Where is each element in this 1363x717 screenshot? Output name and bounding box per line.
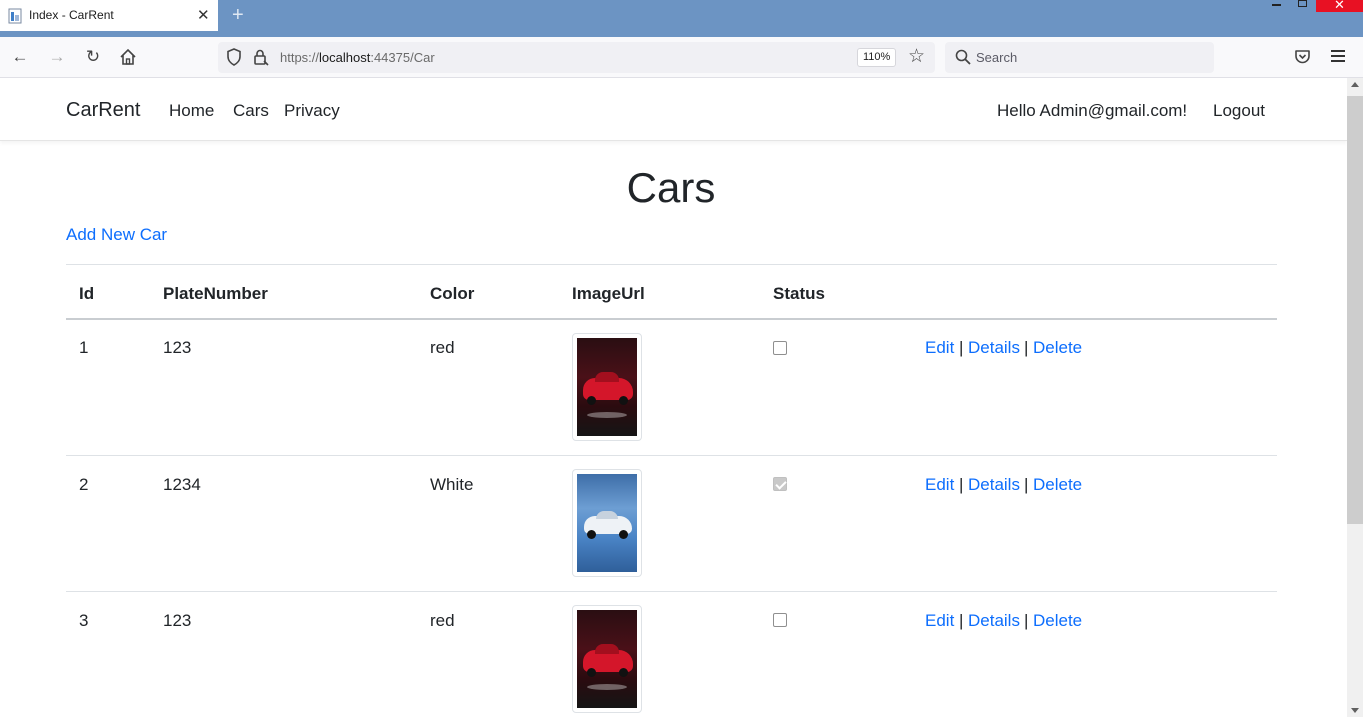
table-top-border bbox=[66, 264, 1277, 265]
shield-icon[interactable] bbox=[226, 48, 242, 66]
page-title: Cars bbox=[626, 164, 716, 211]
column-header-platenumber: PlateNumber bbox=[163, 284, 268, 303]
new-tab-icon[interactable]: + bbox=[232, 4, 244, 27]
nav-home[interactable]: Home bbox=[169, 101, 214, 121]
separator: | bbox=[959, 611, 964, 630]
home-icon[interactable] bbox=[119, 48, 137, 66]
delete-link[interactable]: Delete bbox=[1033, 475, 1082, 495]
cell-plate-number: 123 bbox=[163, 338, 192, 357]
column-header-status: Status bbox=[773, 284, 825, 303]
close-tab-icon[interactable]: ✕ bbox=[197, 6, 210, 24]
edit-link[interactable]: Edit bbox=[925, 475, 954, 495]
url-bar[interactable]: https://localhost:44375/Car 110% ☆ bbox=[218, 42, 935, 73]
page-icon bbox=[8, 8, 22, 24]
table-header-border bbox=[66, 318, 1277, 320]
car-image-thumbnail bbox=[572, 605, 642, 713]
cell-id: 3 bbox=[79, 611, 89, 630]
reload-icon[interactable]: ↻ bbox=[82, 46, 104, 68]
cell-id: 2 bbox=[79, 475, 89, 494]
window-close-icon[interactable]: ✕ bbox=[1316, 0, 1363, 12]
browser-toolbar: ← → ↻ https://localhost:44375/Car 110% ☆… bbox=[0, 37, 1363, 78]
url-scheme: https:// bbox=[280, 50, 320, 65]
status-checkbox bbox=[773, 613, 787, 627]
cell-color: White bbox=[430, 475, 474, 494]
delete-link[interactable]: Delete bbox=[1033, 338, 1082, 358]
browser-search-bar[interactable]: Search bbox=[945, 42, 1214, 73]
cell-color: red bbox=[430, 611, 455, 630]
search-placeholder: Search bbox=[976, 50, 1018, 65]
nav-privacy[interactable]: Privacy bbox=[284, 101, 340, 121]
status-checkbox-checked bbox=[773, 477, 787, 491]
search-icon bbox=[955, 49, 971, 65]
row-divider bbox=[66, 455, 1277, 456]
restore-icon[interactable] bbox=[1295, 0, 1307, 9]
cell-id: 1 bbox=[79, 338, 89, 357]
tab-title: Index - CarRent bbox=[29, 8, 114, 22]
scrollbar-thumb[interactable] bbox=[1347, 96, 1363, 524]
red-car-image bbox=[577, 338, 637, 436]
browser-titlebar: Index - CarRent ✕ + ✕ bbox=[0, 0, 1363, 37]
scroll-up-arrow-icon[interactable] bbox=[1351, 82, 1359, 87]
row-divider bbox=[66, 591, 1277, 592]
separator: | bbox=[959, 338, 964, 357]
column-header-imageurl: ImageUrl bbox=[572, 284, 645, 303]
details-link[interactable]: Details bbox=[968, 611, 1020, 631]
details-link[interactable]: Details bbox=[968, 475, 1020, 495]
pocket-icon[interactable] bbox=[1294, 48, 1311, 65]
url-text[interactable]: https://localhost:44375/Car bbox=[280, 50, 435, 65]
cell-color: red bbox=[430, 338, 455, 357]
bookmark-star-icon[interactable]: ☆ bbox=[908, 45, 925, 68]
separator: | bbox=[959, 475, 964, 494]
red-car-image bbox=[577, 610, 637, 708]
separator: | bbox=[1024, 338, 1029, 357]
car-image-thumbnail bbox=[572, 469, 642, 577]
white-car-image bbox=[577, 474, 637, 572]
column-header-id: Id bbox=[79, 284, 95, 303]
url-host: localhost bbox=[319, 50, 371, 65]
nav-cars[interactable]: Cars bbox=[233, 101, 269, 121]
user-greeting[interactable]: Hello Admin@gmail.com! bbox=[997, 101, 1187, 121]
web-page: CarRent Home Cars Privacy Hello Admin@gm… bbox=[0, 78, 1347, 717]
column-header-color: Color bbox=[430, 284, 475, 303]
car-image-thumbnail bbox=[572, 333, 642, 441]
logout-button[interactable]: Logout bbox=[1213, 101, 1265, 121]
status-checkbox bbox=[773, 341, 787, 355]
add-new-car-link[interactable]: Add New Car bbox=[66, 225, 167, 245]
edit-link[interactable]: Edit bbox=[925, 611, 954, 631]
details-link[interactable]: Details bbox=[968, 338, 1020, 358]
back-icon[interactable]: ← bbox=[9, 46, 31, 68]
minimize-icon[interactable] bbox=[1270, 0, 1284, 10]
forward-icon[interactable]: → bbox=[46, 46, 68, 68]
cell-plate-number: 123 bbox=[163, 611, 192, 630]
lock-icon[interactable] bbox=[252, 48, 270, 66]
zoom-level[interactable]: 110% bbox=[857, 48, 897, 67]
brand-link[interactable]: CarRent bbox=[66, 99, 140, 122]
delete-link[interactable]: Delete bbox=[1033, 611, 1082, 631]
hamburger-menu-icon[interactable] bbox=[1331, 49, 1346, 63]
separator: | bbox=[1024, 611, 1029, 630]
scroll-down-arrow-icon[interactable] bbox=[1351, 708, 1359, 713]
cell-plate-number: 1234 bbox=[163, 475, 201, 494]
browser-tab[interactable]: Index - CarRent ✕ bbox=[0, 0, 218, 31]
separator: | bbox=[1024, 475, 1029, 494]
site-navbar: CarRent Home Cars Privacy Hello Admin@gm… bbox=[0, 78, 1347, 141]
url-path: :44375/Car bbox=[370, 50, 435, 65]
edit-link[interactable]: Edit bbox=[925, 338, 954, 358]
